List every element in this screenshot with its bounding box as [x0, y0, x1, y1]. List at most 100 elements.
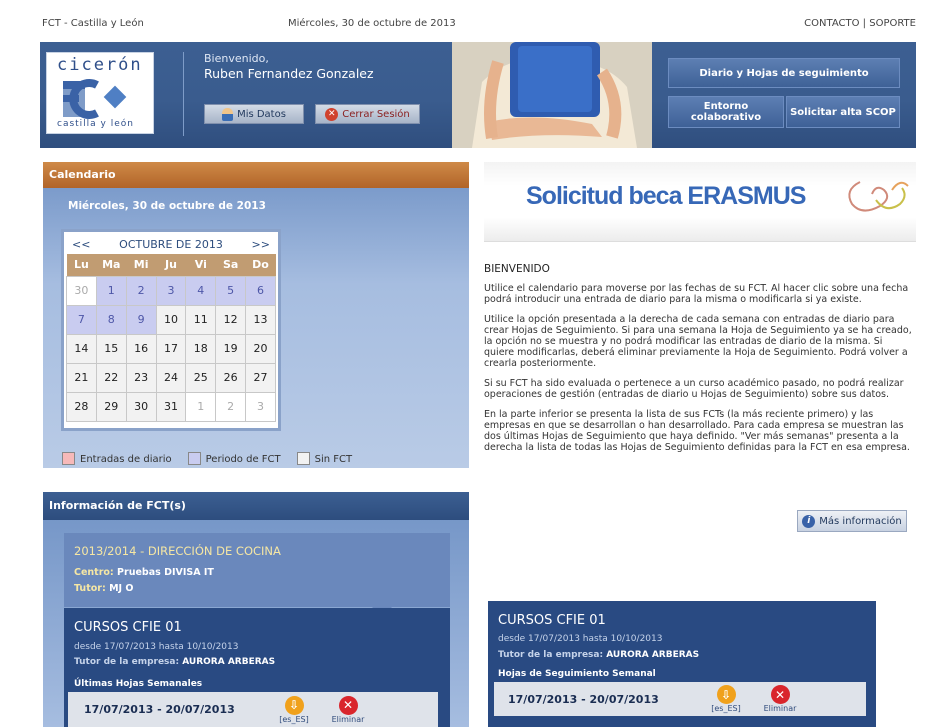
my-data-label: Mis Datos: [237, 108, 286, 120]
company-name: CURSOS CFIE 01: [74, 620, 182, 635]
calendar-day[interactable]: 3: [155, 275, 187, 306]
delete-label-right: Eliminar: [763, 704, 797, 713]
sheets-label: Últimas Hojas Semanales: [74, 679, 203, 689]
contact-link[interactable]: CONTACTO: [804, 18, 859, 29]
calendar-day[interactable]: 25: [185, 362, 217, 393]
calendar-week: 7 8 9 10 11 12 13: [66, 304, 276, 335]
calendar-day[interactable]: 27: [245, 362, 276, 393]
delete-icon: ✕: [338, 695, 358, 715]
calendar-day[interactable]: 8: [95, 304, 127, 335]
weekday-header: Ju: [156, 254, 186, 276]
calendar-week: 30 1 2 3 4 5 6: [66, 275, 276, 306]
support-link[interactable]: SOPORTE: [869, 18, 916, 29]
calendar-week: 28 29 30 31 1 2 3: [66, 391, 276, 422]
calendar-day[interactable]: 2: [125, 275, 157, 306]
welcome-block: Bienvenido, Ruben Fernandez Gonzalez: [204, 52, 374, 81]
student-image: [452, 42, 652, 148]
weekday-header: Lu: [66, 254, 97, 276]
user-icon: [222, 107, 234, 121]
logout-button[interactable]: ✕ Cerrar Sesión: [315, 104, 420, 124]
calendar-nav: << OCTUBRE DE 2013 >>: [66, 234, 276, 254]
logout-icon: ✕: [325, 107, 339, 121]
sheet-row[interactable]: 17/07/2013 - 20/07/2013 ⇩ [es_ES] ✕ Elim…: [68, 692, 438, 727]
calendar-day[interactable]: 23: [125, 362, 157, 393]
calendar-day[interactable]: 22: [95, 362, 127, 393]
diary-sheets-button[interactable]: Diario y Hojas de seguimiento: [668, 58, 900, 88]
calendar-day[interactable]: 14: [66, 333, 97, 364]
calendar-day[interactable]: 13: [245, 304, 276, 335]
download-action[interactable]: ⇩ [es_ES]: [274, 695, 314, 724]
banner-swirl-icon: [848, 181, 909, 212]
request-scop-label: Solicitar alta SCOP: [790, 106, 896, 118]
fct-tutor-label: Tutor:: [74, 583, 106, 594]
download-label: [es_ES]: [279, 714, 309, 724]
calendar-day[interactable]: 3: [245, 391, 276, 422]
calendar-day[interactable]: 24: [155, 362, 187, 393]
download-label-right: [es_ES]: [711, 704, 741, 713]
download-icon: ⇩: [284, 695, 304, 715]
erasmus-banner[interactable]: Solicitud beca ERASMUS: [484, 162, 916, 242]
fct-center: Centro: Pruebas DIVISA IT: [74, 567, 214, 578]
calendar-legend: Entradas de diario Periodo de FCT Sin FC…: [62, 452, 352, 465]
next-month-button[interactable]: >>: [252, 238, 270, 251]
calendar-day[interactable]: 26: [215, 362, 247, 393]
calendar-day[interactable]: 4: [185, 275, 217, 306]
fct-course-card: 2013/2014 - DIRECCIÓN DE COCINA Centro: …: [64, 533, 450, 607]
region-label: FCT - Castilla y León: [42, 18, 144, 29]
more-info-button[interactable]: i Más información: [797, 510, 907, 532]
calendar-day[interactable]: 10: [155, 304, 187, 335]
legend-swatch-diary: [62, 452, 75, 465]
sheet-dates: 17/07/2013 - 20/07/2013: [84, 703, 235, 716]
calendar-day[interactable]: 16: [125, 333, 157, 364]
delete-action[interactable]: ✕ Eliminar: [324, 695, 372, 724]
calendar-day[interactable]: 12: [215, 304, 247, 335]
weekday-header: Ma: [96, 254, 127, 276]
calendar-day[interactable]: 30: [66, 275, 97, 306]
ciceron-logo[interactable]: cicerón castilla y león: [46, 52, 154, 134]
calendar-day[interactable]: 1: [95, 275, 127, 306]
more-info-label: Más información: [819, 515, 902, 527]
calendar-day[interactable]: 1: [185, 391, 217, 422]
prev-month-button[interactable]: <<: [72, 238, 90, 251]
collaborative-button[interactable]: Entorno colaborativo: [668, 96, 784, 128]
weekday-header: Sa: [215, 254, 246, 276]
calendar-day[interactable]: 2: [215, 391, 247, 422]
calendar-day[interactable]: 5: [215, 275, 247, 306]
legend-item-period: Periodo de FCT: [187, 452, 281, 465]
fct-tutor-value: MJ O: [109, 583, 134, 594]
legend-label-period: Periodo de FCT: [205, 454, 281, 465]
welcome-paragraph-4: En la parte inferior se presenta la list…: [484, 409, 910, 453]
calendar-day[interactable]: 7: [66, 304, 97, 335]
calendar-day[interactable]: 31: [155, 391, 187, 422]
fct-tutor: Tutor: MJ O: [74, 583, 133, 594]
calendar-day[interactable]: 19: [215, 333, 247, 364]
calendar-grid: Lu Ma Mi Ju Vi Sa Do 30 1 2 3 4 5 6 7 8 9 10 11 12 13 14 15 16…: [66, 254, 276, 422]
company-name-right: CURSOS CFIE 01: [498, 613, 606, 628]
calendar-day[interactable]: 11: [185, 304, 217, 335]
calendar-day[interactable]: 21: [66, 362, 97, 393]
delete-action-right[interactable]: ✕ Eliminar: [756, 685, 804, 713]
company-tutor: Tutor de la empresa: AURORA ARBERAS: [74, 657, 275, 667]
calendar-day[interactable]: 17: [155, 333, 187, 364]
calendar-day[interactable]: 20: [245, 333, 276, 364]
company-tutor-label: Tutor de la empresa:: [74, 657, 180, 667]
calendar-day[interactable]: 15: [95, 333, 127, 364]
company-tutor-right: Tutor de la empresa: AURORA ARBERAS: [498, 650, 699, 660]
request-scop-button[interactable]: Solicitar alta SCOP: [786, 96, 900, 128]
calendar-day[interactable]: 30: [125, 391, 157, 422]
delete-label: Eliminar: [331, 714, 365, 724]
weekday-header: Vi: [185, 254, 216, 276]
calendar-day[interactable]: 29: [95, 391, 127, 422]
student-photo: [452, 42, 652, 148]
download-action-right[interactable]: ⇩ [es_ES]: [706, 685, 746, 713]
calendar-day[interactable]: 28: [66, 391, 97, 422]
calendar-day[interactable]: 9: [125, 304, 157, 335]
calendar-day[interactable]: 18: [185, 333, 217, 364]
company-tutor-label-right: Tutor de la empresa:: [498, 650, 604, 660]
sheet-row-right[interactable]: 17/07/2013 - 20/07/2013 ⇩ [es_ES] ✕ Elim…: [494, 682, 866, 716]
company-dates-right: desde 17/07/2013 hasta 10/10/2013: [498, 634, 663, 644]
calendar-day[interactable]: 6: [245, 275, 276, 306]
legend-item-none: Sin FCT: [296, 452, 352, 465]
logo-text-top: cicerón: [57, 55, 143, 75]
my-data-button[interactable]: Mis Datos: [204, 104, 304, 124]
